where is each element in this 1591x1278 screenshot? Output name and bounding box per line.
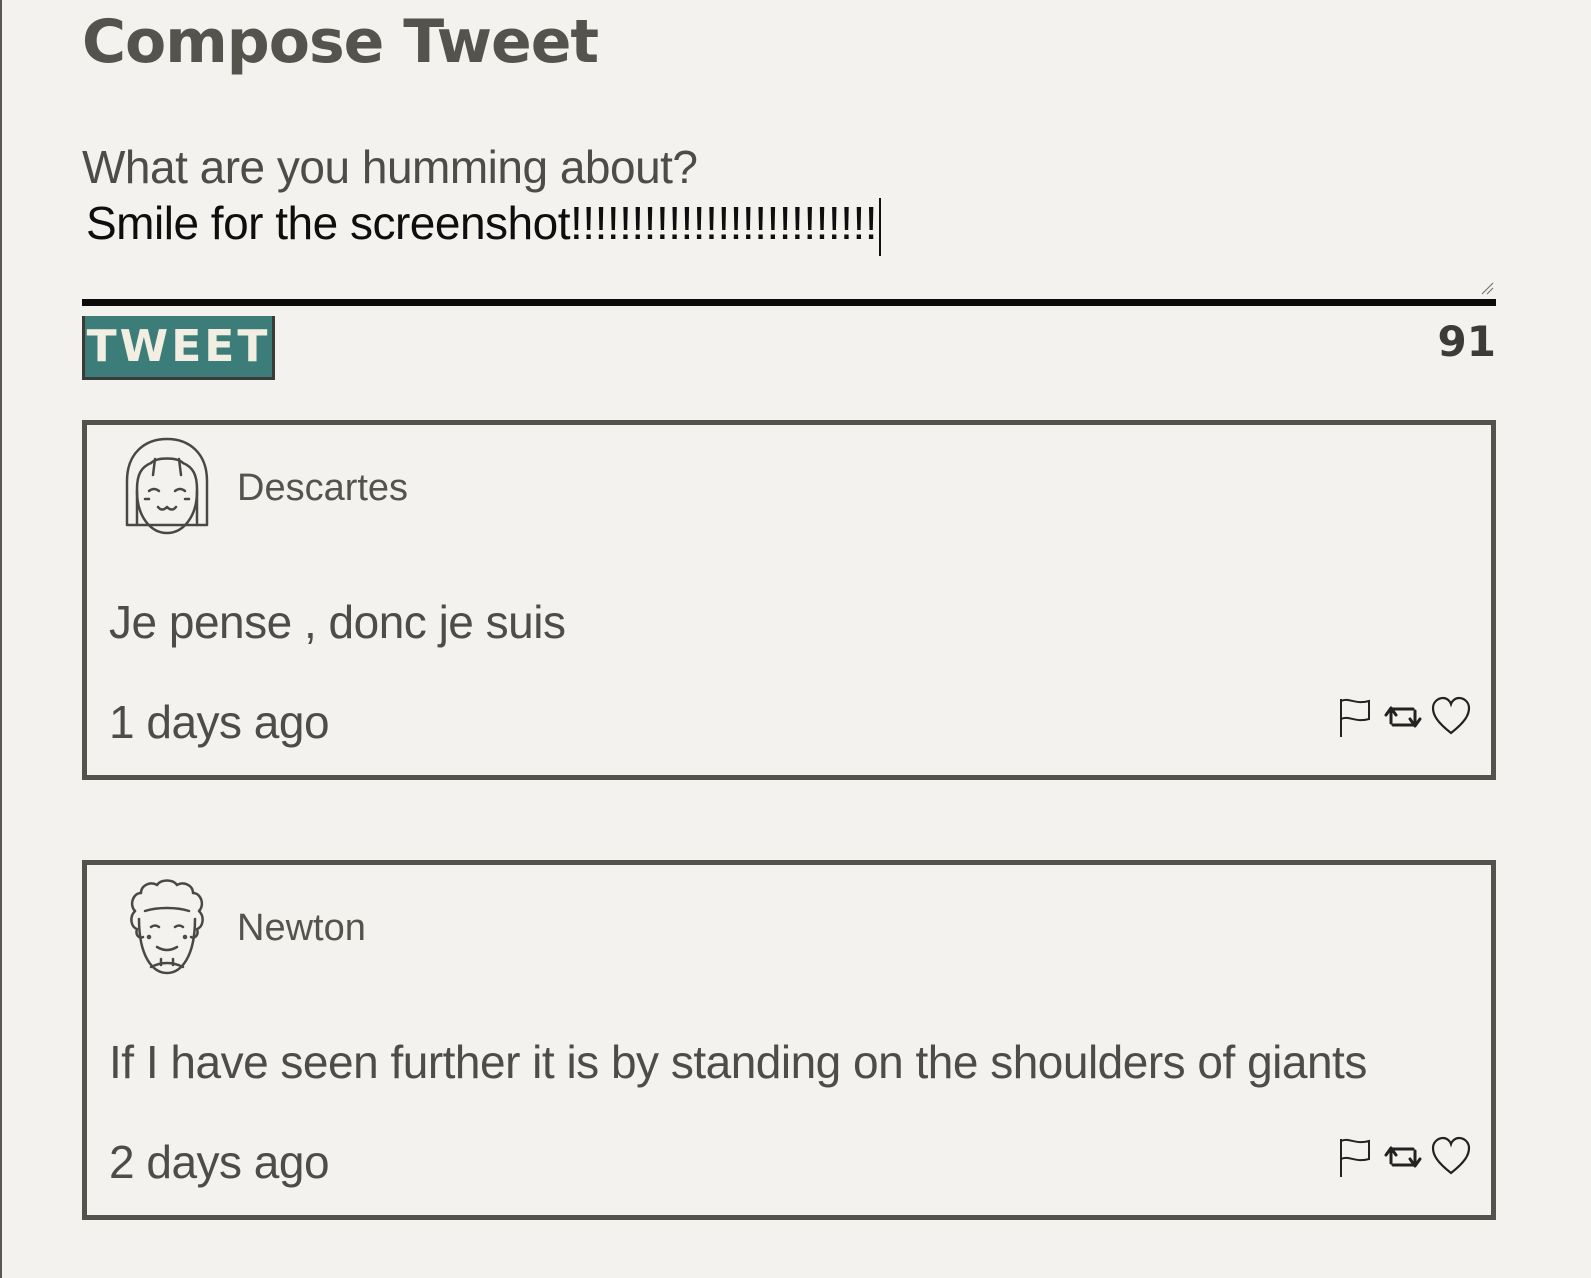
tweet-card: Descartes Je pense , donc je suis 1 days… — [82, 420, 1496, 780]
text-caret — [879, 197, 882, 256]
tweet-actions — [1335, 695, 1471, 739]
tweet-timestamp: 1 days ago — [109, 696, 330, 748]
girl-avatar-icon — [125, 437, 209, 535]
tweet-actions — [1335, 1135, 1471, 1179]
compose-page: Compose Tweet What are you humming about… — [82, 0, 1496, 1220]
character-count: 91 — [1437, 317, 1496, 366]
tweet-author[interactable]: Descartes — [237, 467, 408, 510]
flag-icon[interactable] — [1335, 695, 1375, 739]
curly-hair-avatar-icon — [130, 879, 204, 975]
retweet-icon[interactable] — [1383, 1135, 1423, 1179]
heart-icon[interactable] — [1431, 1135, 1471, 1179]
compose-prompt-label: What are you humming about? — [82, 141, 698, 193]
tweet-timestamp: 2 days ago — [109, 1136, 330, 1188]
tweet-author[interactable]: Newton — [237, 907, 366, 950]
page-title: Compose Tweet — [82, 7, 599, 77]
flag-icon[interactable] — [1335, 1135, 1375, 1179]
tweet-button[interactable]: TWEET — [82, 316, 275, 380]
resize-handle-icon[interactable] — [1480, 281, 1494, 295]
tweet-text: If I have seen further it is by standing… — [109, 1036, 1367, 1088]
heart-icon[interactable] — [1431, 695, 1471, 739]
tweet-textarea[interactable]: Smile for the screenshot!!!!!!!!!!!!!!!!… — [82, 196, 1496, 306]
tweet-input-value: Smile for the screenshot!!!!!!!!!!!!!!!!… — [86, 197, 878, 249]
window-edge — [0, 0, 2, 1278]
tweet-text: Je pense , donc je suis — [109, 596, 566, 648]
tweet-card: Newton If I have seen further it is by s… — [82, 860, 1496, 1220]
retweet-icon[interactable] — [1383, 695, 1423, 739]
